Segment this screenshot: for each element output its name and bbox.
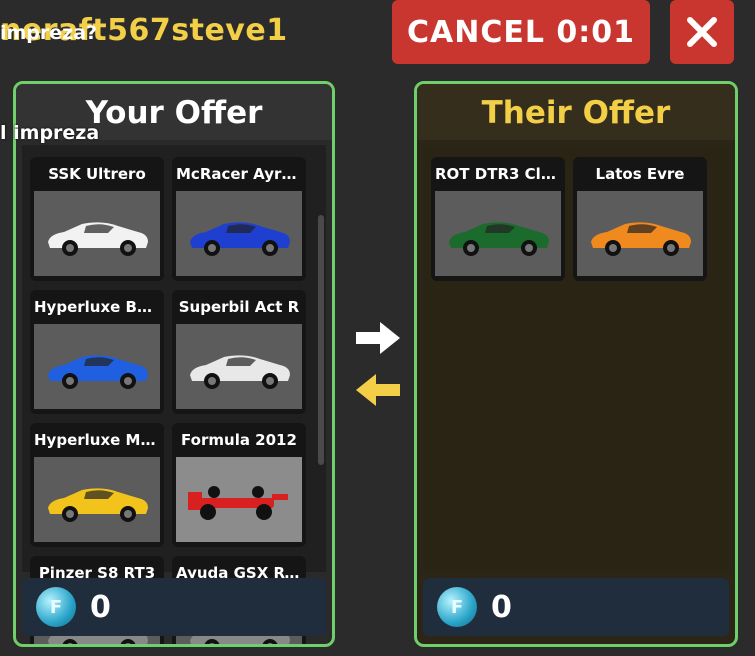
car-card[interactable]: SSK Ultrero [30, 157, 164, 281]
car-card[interactable]: Formula 2012 [172, 423, 306, 547]
their-offer-title: Their Offer [417, 84, 735, 140]
car-name: Formula 2012 [181, 431, 297, 449]
car-thumbnail [34, 457, 160, 542]
car-thumbnail [435, 191, 561, 276]
car-image [449, 221, 549, 256]
cancel-trade-button[interactable]: CANCEL 0:01 [392, 0, 650, 64]
chat-message: l impreza [0, 122, 100, 144]
car-image [190, 354, 290, 389]
car-image [48, 487, 148, 522]
car-thumbnail [176, 324, 302, 409]
their-offer-panel: Their Offer ROT DTR3 Club Latos Evre F 0 [414, 81, 738, 647]
close-button[interactable] [670, 0, 734, 64]
car-thumbnail [176, 457, 302, 542]
formula-car-image [188, 485, 288, 520]
their-offer-grid: ROT DTR3 Club Latos Evre [423, 145, 729, 572]
car-image [48, 221, 148, 256]
car-name: Latos Evre [595, 165, 685, 183]
car-name: Hyperluxe Min... [34, 431, 164, 449]
car-thumbnail [34, 324, 160, 409]
arrow-right-icon [356, 322, 400, 354]
car-card[interactable]: Superbil Act R [172, 290, 306, 414]
arrow-left-icon [356, 374, 400, 406]
coin-icon: F [36, 587, 76, 627]
chat-message: impreza? [0, 22, 98, 44]
your-coin-value: 0 [90, 589, 111, 625]
car-name: McRacer Ayrt... [176, 165, 306, 183]
car-name: SSK Ultrero [48, 165, 146, 183]
car-thumbnail [176, 191, 302, 276]
close-icon [687, 17, 717, 47]
car-thumbnail [34, 191, 160, 276]
their-coin-value: 0 [491, 589, 512, 625]
your-coin-bar: F 0 [22, 578, 326, 636]
car-image [591, 221, 691, 256]
car-card[interactable]: Hyperluxe Balle [30, 290, 164, 414]
car-card[interactable]: Hyperluxe Min... [30, 423, 164, 547]
car-card[interactable]: ROT DTR3 Club [431, 157, 565, 281]
car-thumbnail [577, 191, 703, 276]
scrollbar[interactable] [318, 215, 324, 465]
car-image [48, 354, 148, 389]
car-card[interactable]: McRacer Ayrt... [172, 157, 306, 281]
car-name: ROT DTR3 Club [435, 165, 563, 183]
your-offer-grid[interactable]: SSK Ultrero McRacer Ayrt... Hyperluxe Ball… [22, 145, 326, 644]
car-card[interactable]: Latos Evre [573, 157, 707, 281]
car-name: Hyperluxe Balle [34, 298, 164, 316]
car-image [190, 221, 290, 256]
car-name: Superbil Act R [178, 298, 300, 316]
coin-icon: F [437, 587, 477, 627]
your-offer-panel: Your Offer SSK Ultrero McRacer Ayrt... Hyp… [13, 81, 335, 647]
their-coin-bar: F 0 [423, 578, 729, 636]
